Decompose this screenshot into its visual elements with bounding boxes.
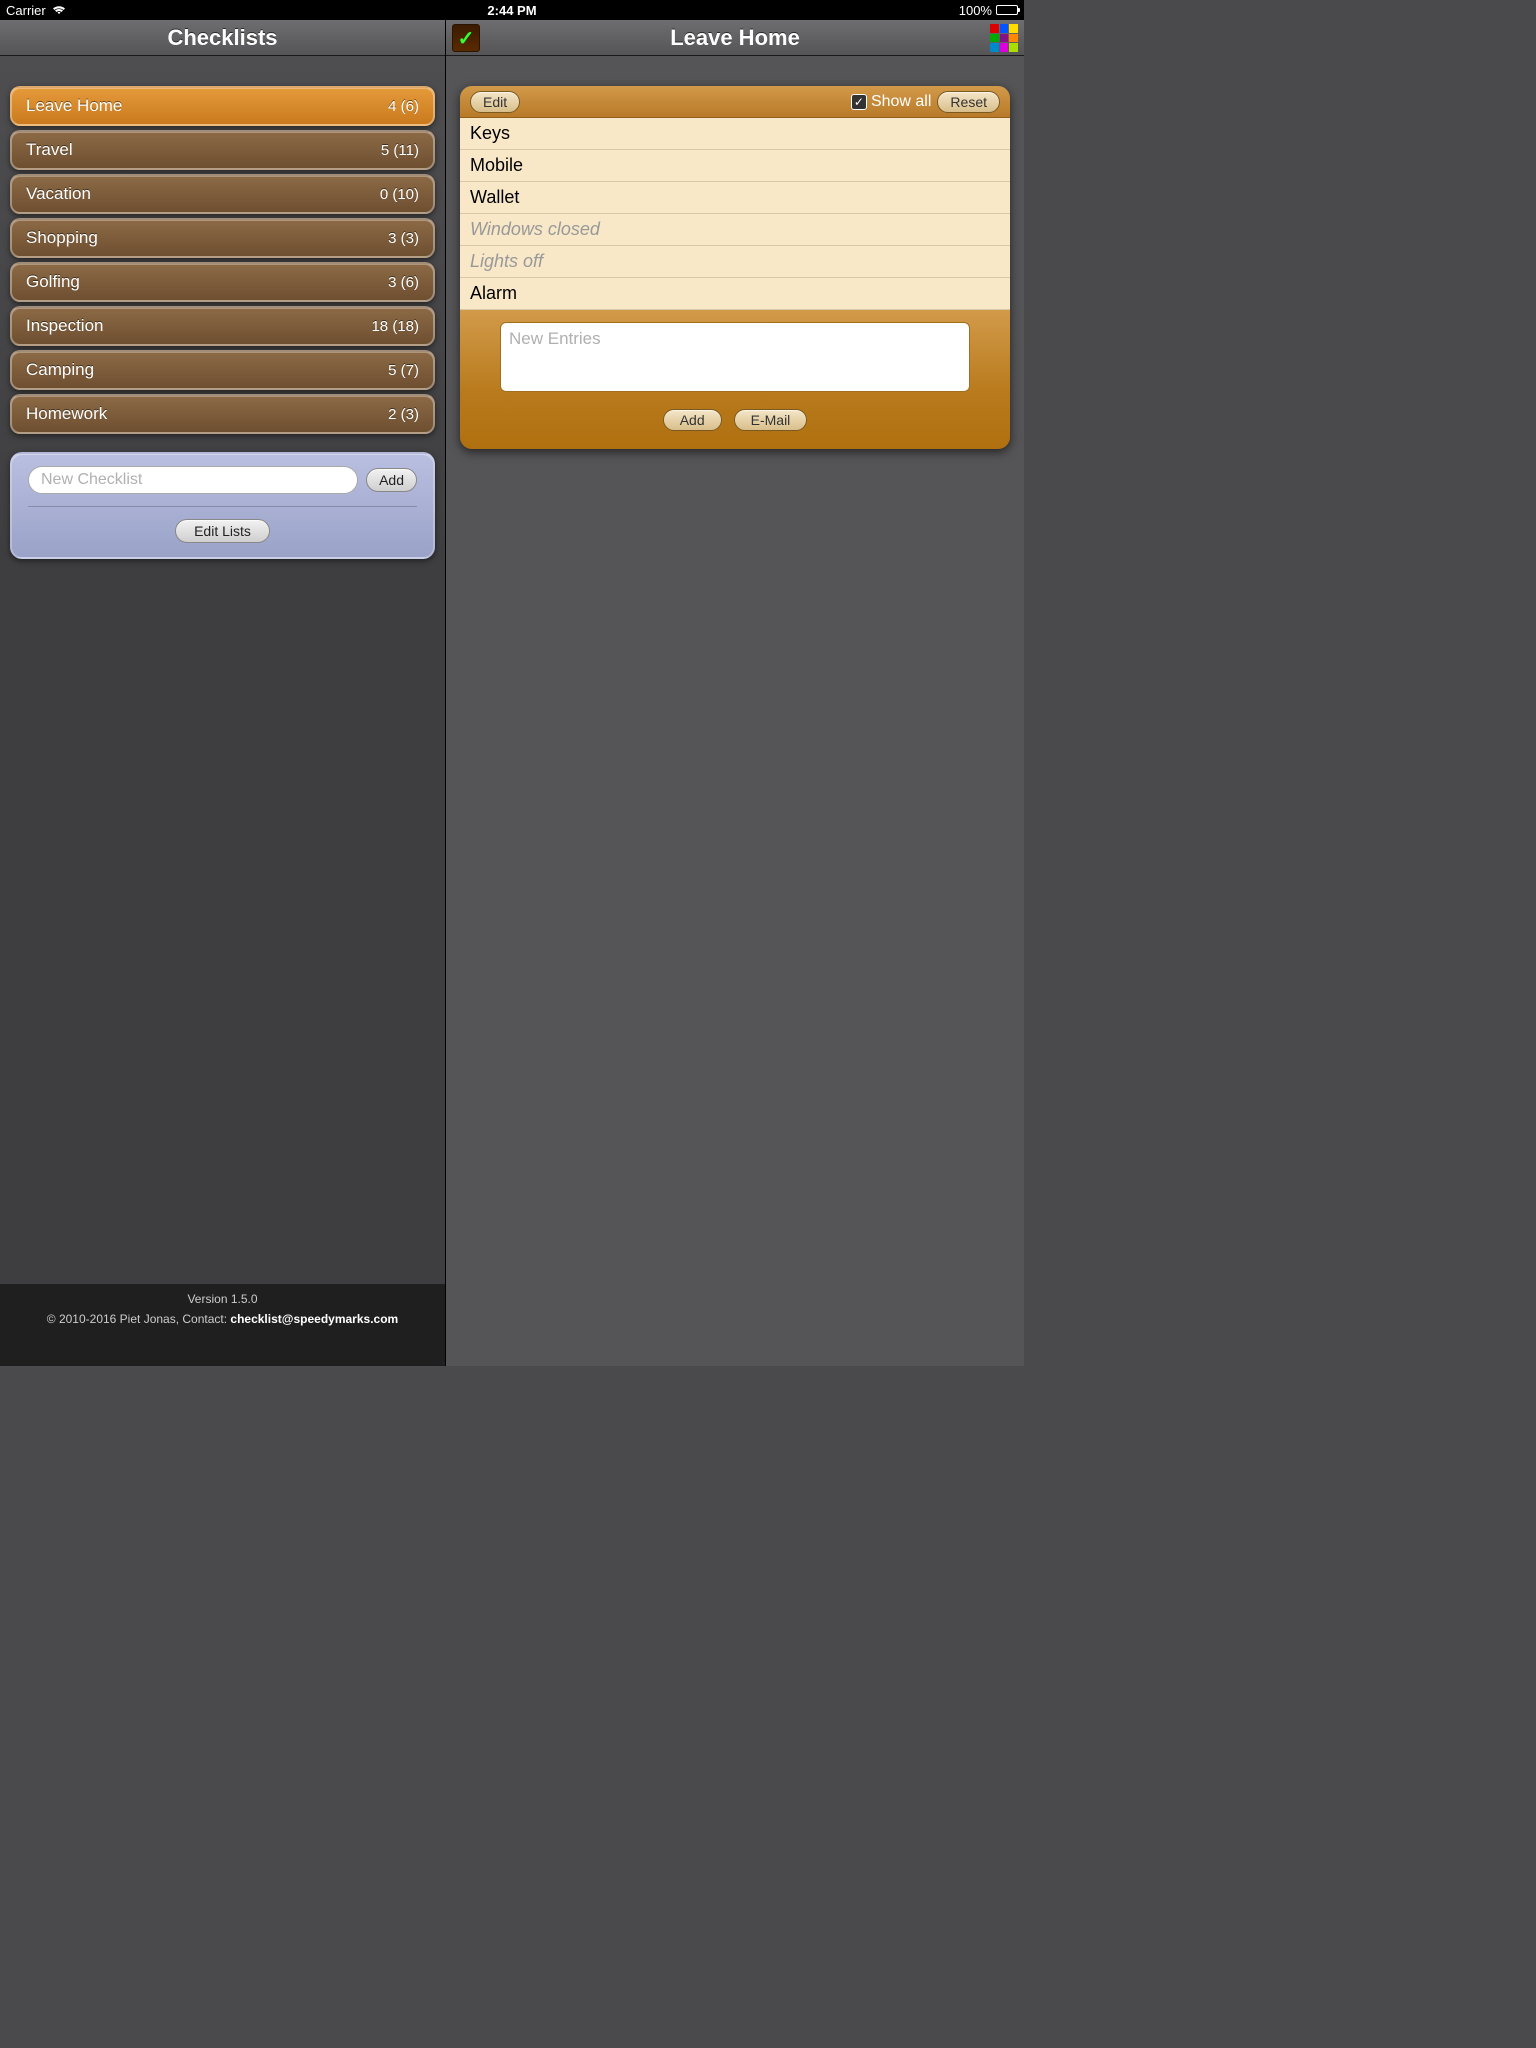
edit-lists-button[interactable]: Edit Lists xyxy=(175,519,270,543)
app-icon[interactable]: ✓ xyxy=(452,24,480,52)
checklist-item[interactable]: Alarm xyxy=(460,278,1010,310)
new-entries-input[interactable] xyxy=(500,322,970,392)
checklist-name: Shopping xyxy=(26,228,388,248)
checklist-count: 0 (10) xyxy=(380,186,419,203)
detail-title: Leave Home xyxy=(670,25,800,51)
checklist-count: 4 (6) xyxy=(388,98,419,115)
sidebar-titlebar: Checklists xyxy=(0,20,445,56)
contact-email[interactable]: checklist@speedymarks.com xyxy=(230,1312,398,1326)
checklist-item[interactable]: Wallet xyxy=(460,182,1010,214)
checklist-count: 3 (3) xyxy=(388,230,419,247)
detail-pane: ✓ Leave Home Edit ✓ Show all Reset KeysM… xyxy=(446,20,1024,1366)
checklist-row[interactable]: Vacation0 (10) xyxy=(10,174,435,214)
checklist-row[interactable]: Homework2 (3) xyxy=(10,394,435,434)
checklist-name: Travel xyxy=(26,140,381,160)
carrier-label: Carrier xyxy=(6,3,46,18)
reset-button[interactable]: Reset xyxy=(937,91,1000,113)
show-all-toggle[interactable]: ✓ Show all xyxy=(851,93,931,111)
sidebar: Checklists Leave Home4 (6)Travel5 (11)Va… xyxy=(0,20,446,1366)
wifi-icon xyxy=(52,3,66,18)
checklist-row[interactable]: Golfing3 (6) xyxy=(10,262,435,302)
detail-titlebar: ✓ Leave Home xyxy=(446,20,1024,56)
checkbox-icon: ✓ xyxy=(851,94,867,110)
checklist-row[interactable]: Camping5 (7) xyxy=(10,350,435,390)
checklist-count: 2 (3) xyxy=(388,406,419,423)
checklist-row[interactable]: Travel5 (11) xyxy=(10,130,435,170)
sidebar-title: Checklists xyxy=(167,25,277,51)
checklist-item[interactable]: Mobile xyxy=(460,150,1010,182)
checklist-name: Homework xyxy=(26,404,388,424)
new-list-panel: Add Edit Lists xyxy=(10,452,435,559)
checklist-item[interactable]: Windows closed xyxy=(460,214,1010,246)
checklist-count: 5 (11) xyxy=(381,142,419,159)
checklist-name: Golfing xyxy=(26,272,388,292)
detail-card: Edit ✓ Show all Reset KeysMobileWalletWi… xyxy=(460,86,1010,449)
version-label: Version 1.5.0 xyxy=(0,1292,445,1306)
checklist-count: 3 (6) xyxy=(388,274,419,291)
add-entry-button[interactable]: Add xyxy=(663,409,722,431)
checklist-count: 5 (7) xyxy=(388,362,419,379)
footer: Version 1.5.0 © 2010-2016 Piet Jonas, Co… xyxy=(0,1284,445,1366)
battery-icon xyxy=(996,5,1018,15)
checklist-row[interactable]: Leave Home4 (6) xyxy=(10,86,435,126)
copyright-label: © 2010-2016 Piet Jonas, Contact: xyxy=(47,1312,231,1326)
add-checklist-button[interactable]: Add xyxy=(366,468,417,492)
checklist-name: Vacation xyxy=(26,184,380,204)
checklist-name: Camping xyxy=(26,360,388,380)
checklist-name: Inspection xyxy=(26,316,371,336)
checklist-name: Leave Home xyxy=(26,96,388,116)
clock: 2:44 PM xyxy=(343,3,680,18)
show-all-label: Show all xyxy=(871,93,931,111)
status-bar: Carrier 2:44 PM 100% xyxy=(0,0,1024,20)
detail-toolbar: Edit ✓ Show all Reset xyxy=(460,86,1010,118)
checklist-row[interactable]: Shopping3 (3) xyxy=(10,218,435,258)
checklist-item[interactable]: Lights off xyxy=(460,246,1010,278)
email-button[interactable]: E-Mail xyxy=(734,409,808,431)
color-picker-button[interactable] xyxy=(990,24,1018,52)
entry-area: Add E-Mail xyxy=(460,310,1010,449)
checklist-row[interactable]: Inspection18 (18) xyxy=(10,306,435,346)
battery-percent: 100% xyxy=(959,3,992,18)
edit-button[interactable]: Edit xyxy=(470,91,520,113)
checklist-count: 18 (18) xyxy=(371,318,419,335)
checklist-item[interactable]: Keys xyxy=(460,118,1010,150)
new-checklist-input[interactable] xyxy=(28,466,358,494)
